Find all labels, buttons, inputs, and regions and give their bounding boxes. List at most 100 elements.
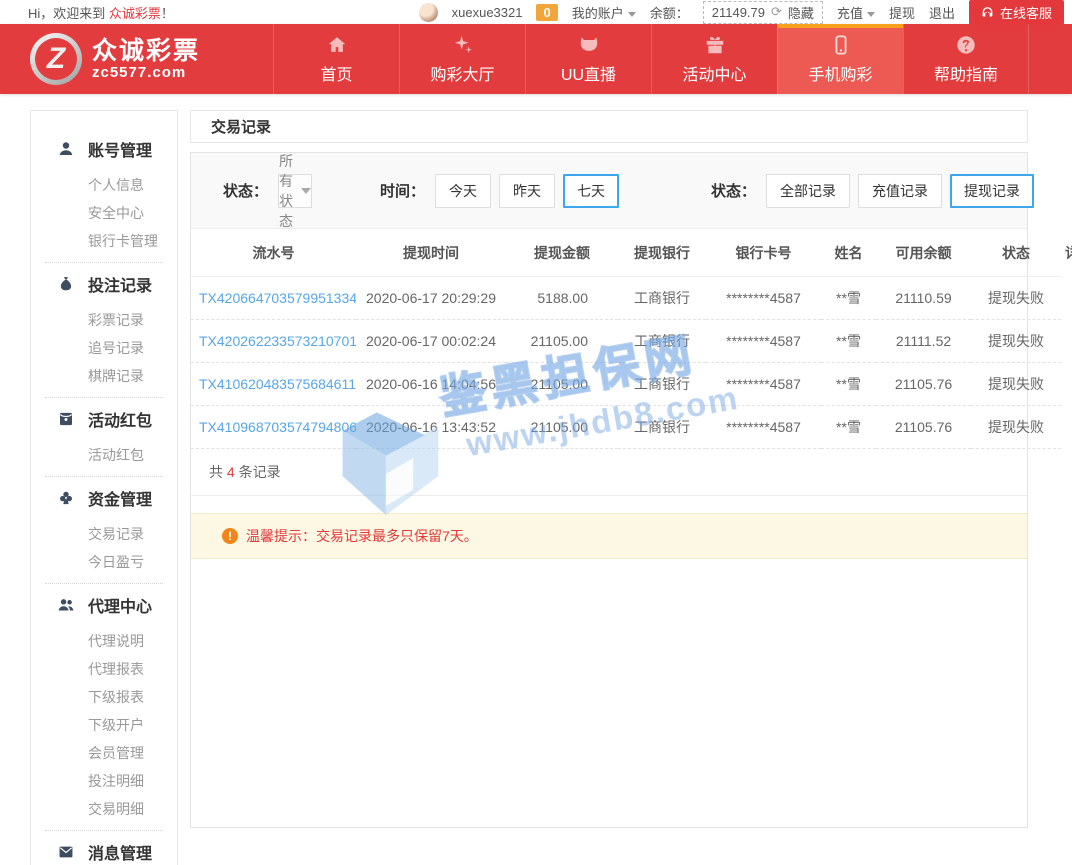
time-filter-button[interactable]: 七天 <box>563 174 619 208</box>
type-filter-group: 全部记录充值记录提现记录 <box>766 174 1034 208</box>
sidebar-section-message-management: 消息管理站内信 <box>31 838 177 865</box>
txn-id-link[interactable]: TX410968703574794806 <box>191 406 356 449</box>
hide-balance-link[interactable]: 隐藏 <box>788 3 814 22</box>
txn-id-link[interactable]: TX420262233573210701 <box>191 320 356 363</box>
time-filter-button[interactable]: 今天 <box>435 174 491 208</box>
sidebar-item[interactable]: 棋牌记录 <box>31 362 177 390</box>
brand-name: 众诚彩票 <box>109 6 161 21</box>
recharge-menu[interactable]: 充值 <box>837 3 875 22</box>
sidebar-header-funds-management[interactable]: 资金管理 <box>31 484 177 512</box>
sidebar-item[interactable]: 彩票记录 <box>31 306 177 334</box>
refresh-icon[interactable]: ⟳ <box>771 4 782 20</box>
sidebar-header-account-management[interactable]: 账号管理 <box>31 135 177 163</box>
sidebar-item[interactable]: 银行卡管理 <box>31 227 177 255</box>
customer-service-button[interactable]: 在线客服 <box>969 0 1064 25</box>
sidebar-item[interactable]: 活动红包 <box>31 441 177 469</box>
notice-text: 温馨提示：交易记录最多只保留7天。 <box>246 526 478 546</box>
nav-item-activity-center[interactable]: 活动中心 <box>651 24 777 94</box>
table-row: TX4206647035799513342020-06-17 20:29:295… <box>191 277 1061 320</box>
nav-item-help-guide[interactable]: 帮助指南 <box>903 24 1029 94</box>
withdraw-time-cell: 2020-06-17 20:29:29 <box>356 277 506 320</box>
nav-item-label: 购彩大厅 <box>430 61 494 85</box>
phone-icon <box>830 34 852 56</box>
balance-value: 21149.79 <box>712 5 765 20</box>
nav-item-mobile-lottery[interactable]: 手机购彩 <box>777 24 903 94</box>
logo-title: 众诚彩票 <box>92 38 200 64</box>
bank-cell: 工商银行 <box>618 406 706 449</box>
sidebar-item[interactable]: 个人信息 <box>31 171 177 199</box>
withdraw-time-cell: 2020-06-16 13:43:52 <box>356 406 506 449</box>
balance-cell: 21111.52 <box>876 320 971 363</box>
status-cell: 提现失败 <box>971 320 1061 363</box>
sidebar-item[interactable]: 交易记录 <box>31 520 177 548</box>
sidebar-item[interactable]: 下级开户 <box>31 711 177 739</box>
club-icon <box>57 489 75 507</box>
column-header: 姓名 <box>821 229 876 277</box>
column-header: 提现金额 <box>506 229 618 277</box>
time-filter-button[interactable]: 昨天 <box>499 174 555 208</box>
sidebar-divider <box>45 583 163 584</box>
sidebar-item[interactable]: 代理说明 <box>31 627 177 655</box>
sidebar-section-title: 消息管理 <box>88 840 152 864</box>
balance-cell: 21105.76 <box>876 363 971 406</box>
withdraw-amount-cell: 21105.00 <box>506 406 618 449</box>
name-cell: **雪 <box>821 277 876 320</box>
txn-id-link[interactable]: TX410620483575684611 <box>191 363 356 406</box>
name-cell: **雪 <box>821 320 876 363</box>
txn-id-link[interactable]: TX420664703579951334 <box>191 277 356 320</box>
question-icon <box>955 34 977 56</box>
sidebar-item[interactable]: 会员管理 <box>31 739 177 767</box>
sidebar-header-agent-center[interactable]: 代理中心 <box>31 591 177 619</box>
nav-item-lottery-hall[interactable]: 购彩大厅 <box>399 24 525 94</box>
message-count-badge[interactable]: 0 <box>536 4 557 21</box>
cat-live-icon <box>578 34 600 56</box>
name-cell: **雪 <box>821 363 876 406</box>
sidebar-section-title: 资金管理 <box>88 486 152 510</box>
sidebar-item[interactable]: 代理报表 <box>31 655 177 683</box>
withdraw-link[interactable]: 提现 <box>889 3 915 22</box>
sidebar-section-activity-redpacket: 活动红包活动红包 <box>31 405 177 469</box>
type-filter-button[interactable]: 全部记录 <box>766 174 850 208</box>
records-panel: 状态： 所有状态 时间： 今天昨天七天 状态： 全部记录充值记录提现记录 流水号… <box>190 152 1028 828</box>
time-filter-label: 时间： <box>380 180 425 201</box>
moneybag-icon <box>57 275 75 293</box>
site-logo[interactable]: Z 众诚彩票 zc5577.com <box>0 24 273 94</box>
page-title: 交易记录 <box>190 110 1028 143</box>
logout-link[interactable]: 退出 <box>929 3 955 22</box>
sparkle-icon <box>452 34 474 56</box>
table-row: TX4202622335732107012020-06-17 00:02:242… <box>191 320 1061 363</box>
nav-item-uu-live[interactable]: UU直播 <box>525 24 651 94</box>
sidebar-item[interactable]: 投注明细 <box>31 767 177 795</box>
column-header: 提现银行 <box>618 229 706 277</box>
chevron-down-icon <box>867 12 875 17</box>
dropdown-caret-icon <box>301 188 311 194</box>
nav-item-label: UU直播 <box>561 61 616 85</box>
balance-label: 余额： <box>650 3 689 22</box>
warning-icon: ! <box>222 528 238 544</box>
sidebar-item[interactable]: 交易明细 <box>31 795 177 823</box>
sidebar-item[interactable]: 下级报表 <box>31 683 177 711</box>
gift-icon <box>704 34 726 56</box>
sidebar-divider <box>45 830 163 831</box>
nav-item-home[interactable]: 首页 <box>273 24 399 94</box>
sidebar-item[interactable]: 追号记录 <box>31 334 177 362</box>
column-header: 流水号 <box>191 229 356 277</box>
username[interactable]: xuexue3321 <box>452 5 523 20</box>
card-number-cell: ********4587 <box>706 277 821 320</box>
column-header: 提现时间 <box>356 229 506 277</box>
card-number-cell: ********4587 <box>706 320 821 363</box>
nav-item-label: 首页 <box>320 61 352 85</box>
avatar[interactable] <box>419 3 438 22</box>
main-navigation: Z 众诚彩票 zc5577.com 首页 购彩大厅 UU直播 活动中心手机购彩帮助指南 <box>0 24 1072 94</box>
sidebar-header-betting-records[interactable]: 投注记录 <box>31 270 177 298</box>
type-filter-button[interactable]: 充值记录 <box>858 174 942 208</box>
sidebar-header-message-management[interactable]: 消息管理 <box>31 838 177 865</box>
my-account-menu[interactable]: 我的账户 <box>572 3 636 22</box>
status-dropdown[interactable]: 所有状态 <box>278 174 312 208</box>
sidebar-item[interactable]: 今日盈亏 <box>31 548 177 576</box>
sidebar-item[interactable]: 安全中心 <box>31 199 177 227</box>
sidebar-section-funds-management: 资金管理交易记录今日盈亏 <box>31 484 177 576</box>
sidebar-header-activity-redpacket[interactable]: 活动红包 <box>31 405 177 433</box>
type-filter-button[interactable]: 提现记录 <box>950 174 1034 208</box>
column-header: 状态 <box>971 229 1061 277</box>
